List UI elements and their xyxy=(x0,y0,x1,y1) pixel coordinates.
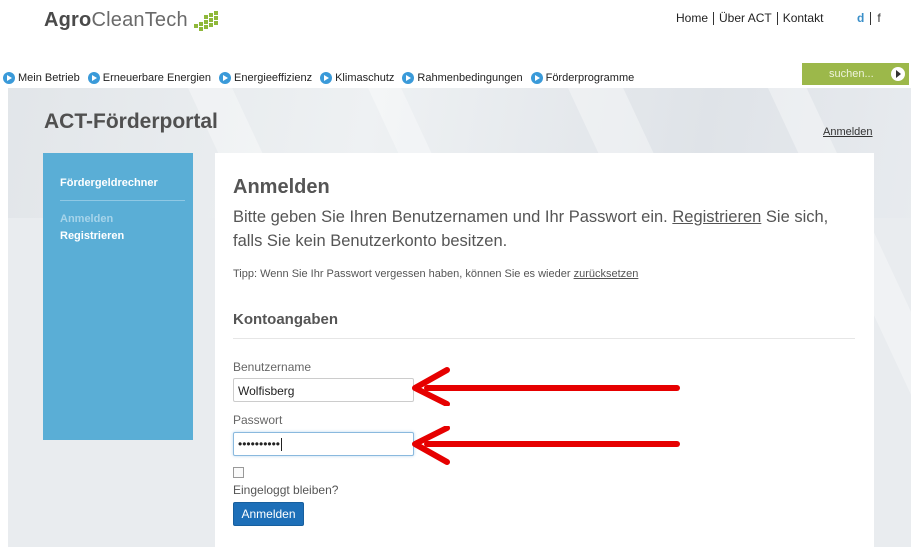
language-switch: d f xyxy=(857,11,881,25)
username-field[interactable]: Wolfisberg xyxy=(233,378,414,402)
divider xyxy=(870,11,872,25)
nav-item-foerderprogramme[interactable]: Förderprogramme xyxy=(528,72,635,84)
reset-password-link[interactable]: zurücksetzen xyxy=(574,268,639,280)
logo-leaf-icon xyxy=(192,10,220,32)
username-label: Benutzername xyxy=(233,360,312,374)
divider xyxy=(233,338,855,339)
nav-item-label: Förderprogramme xyxy=(545,72,635,84)
register-link[interactable]: Registrieren xyxy=(672,208,761,226)
search-go-icon[interactable] xyxy=(891,67,905,81)
nav-arrow-icon xyxy=(219,72,232,84)
top-nav-about[interactable]: Über ACT xyxy=(719,11,772,25)
top-nav-contact[interactable]: Kontakt xyxy=(783,11,824,25)
nav-arrow-icon xyxy=(87,72,100,84)
intro-text: Bitte geben Sie Ihren Benutzernamen und … xyxy=(233,205,853,253)
top-nav-home[interactable]: Home xyxy=(676,11,708,25)
password-label: Passwort xyxy=(233,413,283,427)
divider xyxy=(776,11,778,25)
nav-arrow-icon xyxy=(530,72,543,84)
sidebar: Fördergeldrechner Anmelden Registrieren xyxy=(43,153,193,440)
remember-label: Eingeloggt bleiben? xyxy=(233,483,339,497)
nav-item-mein-betrieb[interactable]: Mein Betrieb xyxy=(0,72,80,84)
section-heading: Kontoangaben xyxy=(233,311,338,328)
nav-item-erneuerbare-energien[interactable]: Erneuerbare Energien xyxy=(85,72,211,84)
top-nav: Home Über ACT Kontakt xyxy=(676,11,823,25)
nav-arrow-icon xyxy=(320,72,333,84)
page-title: ACT-Förderportal xyxy=(44,110,218,133)
logo-text-bold: Agro xyxy=(44,9,92,31)
logo[interactable]: Agro CleanTech xyxy=(44,9,220,32)
nav-item-label: Mein Betrieb xyxy=(18,72,80,84)
sidebar-item-anmelden[interactable]: Anmelden xyxy=(60,213,113,225)
password-field[interactable]: •••••••••• xyxy=(233,432,414,456)
tip-text-part: Tipp: Wenn Sie Ihr Passwort vergessen ha… xyxy=(233,268,574,280)
main-nav: Mein Betrieb Erneuerbare Energien Energi… xyxy=(0,68,639,88)
nav-item-energieeffizienz[interactable]: Energieeffizienz xyxy=(216,72,312,84)
divider xyxy=(60,200,185,201)
nav-item-label: Rahmenbedingungen xyxy=(417,72,523,84)
lang-de[interactable]: d xyxy=(857,11,864,25)
sidebar-item-registrieren[interactable]: Registrieren xyxy=(60,230,124,242)
logo-text-light: CleanTech xyxy=(91,9,188,31)
intro-text-part: Bitte geben Sie Ihren Benutzernamen und … xyxy=(233,208,673,226)
nav-item-rahmenbedingungen[interactable]: Rahmenbedingungen xyxy=(399,72,523,84)
search-placeholder: suchen... xyxy=(829,68,874,80)
lang-fr[interactable]: f xyxy=(877,11,880,25)
divider xyxy=(713,11,715,25)
nav-arrow-icon xyxy=(402,72,415,84)
text-cursor xyxy=(281,438,283,452)
nav-item-label: Erneuerbare Energien xyxy=(102,72,212,84)
nav-item-label: Klimaschutz xyxy=(335,72,395,84)
header: Agro CleanTech Home Über ACT Kontakt d f xyxy=(0,0,919,60)
login-button[interactable]: Anmelden xyxy=(233,502,304,526)
red-arrow-icon xyxy=(412,367,680,406)
password-value: •••••••••• xyxy=(238,437,281,451)
search-box[interactable]: suchen... xyxy=(802,63,909,85)
nav-item-klimaschutz[interactable]: Klimaschutz xyxy=(317,72,394,84)
red-arrow-icon xyxy=(412,426,680,465)
sidebar-heading[interactable]: Fördergeldrechner xyxy=(60,177,158,189)
login-link[interactable]: Anmelden xyxy=(823,126,873,138)
nav-item-label: Energieeffizienz xyxy=(234,72,313,84)
nav-arrow-icon xyxy=(3,72,15,84)
remember-checkbox[interactable] xyxy=(233,467,244,478)
tip-text: Tipp: Wenn Sie Ihr Passwort vergessen ha… xyxy=(233,268,638,280)
login-heading: Anmelden xyxy=(233,176,330,198)
